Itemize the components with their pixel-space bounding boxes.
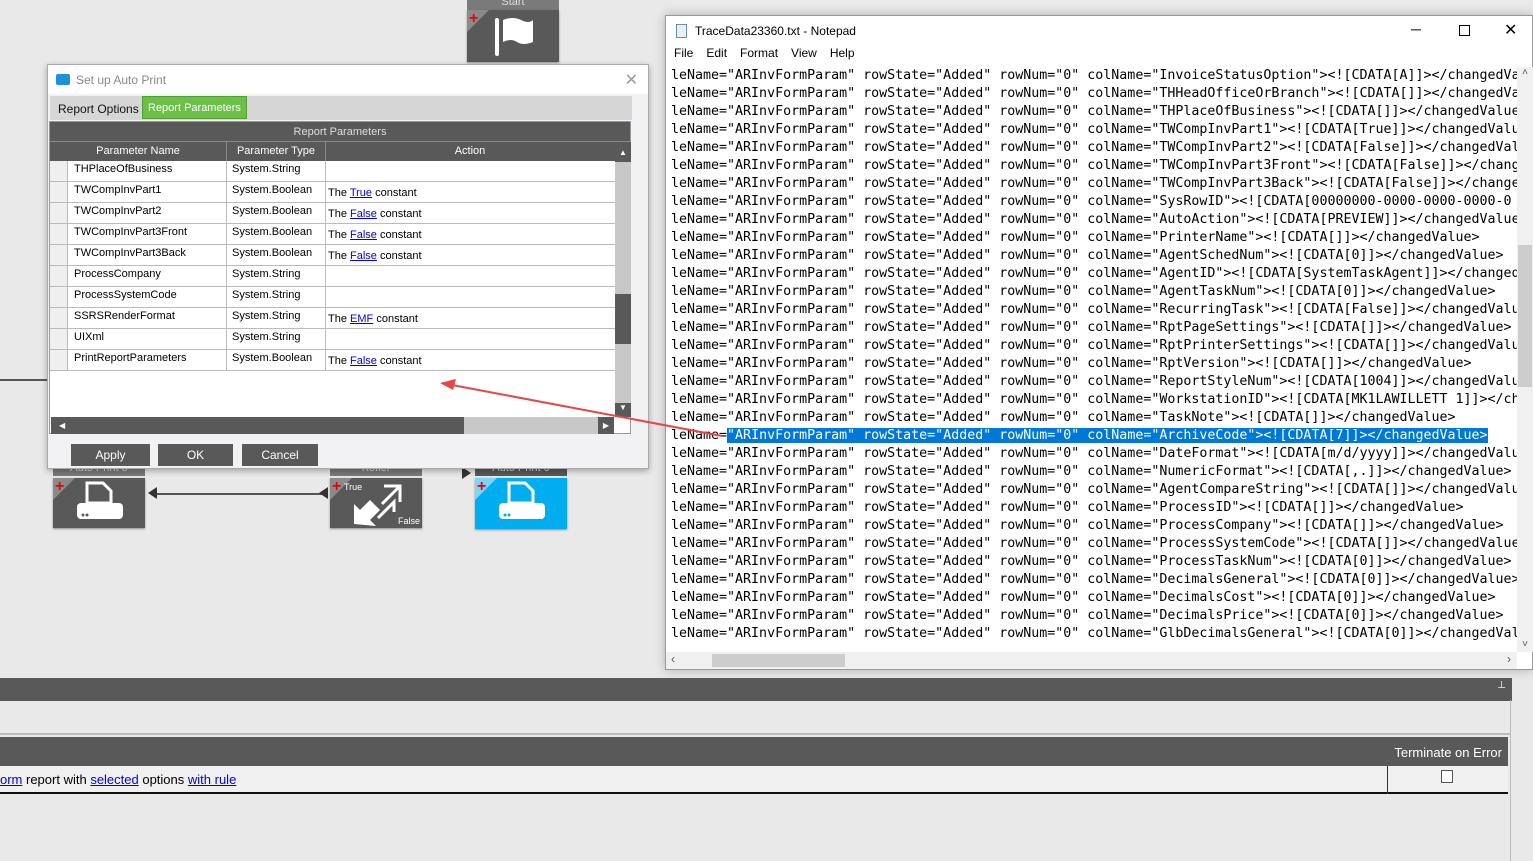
form-link[interactable]: orm (0, 772, 22, 787)
action-row[interactable]: orm report with selected options with ru… (0, 766, 1508, 794)
row-text: options (138, 772, 188, 787)
panel-header-bar: ⊥ (0, 678, 1512, 701)
pin-icon[interactable]: ⊥ (1497, 680, 1506, 691)
annotation-arrow (440, 379, 723, 437)
actions-table-header: Terminate on Error (0, 737, 1508, 766)
terminate-on-error-checkbox[interactable] (1441, 770, 1453, 783)
selected-link[interactable]: selected (90, 772, 138, 787)
column-header-terminate-on-error[interactable]: Terminate on Error (1394, 745, 1502, 760)
row-text: report with (22, 772, 91, 787)
with-rule-link[interactable]: with rule (188, 772, 236, 787)
